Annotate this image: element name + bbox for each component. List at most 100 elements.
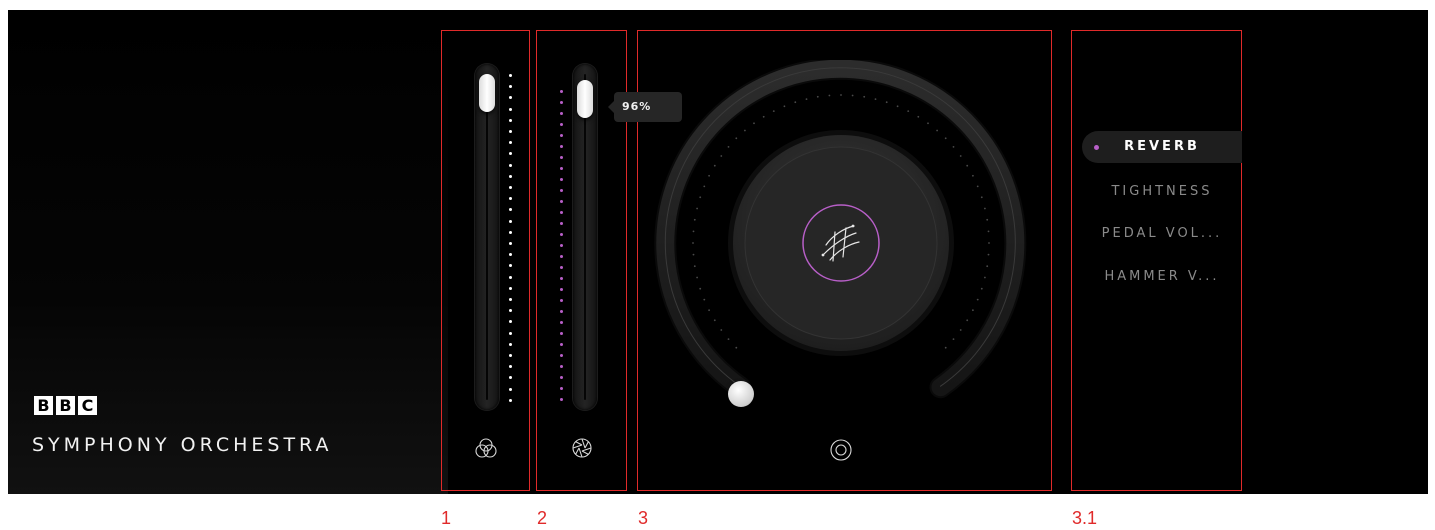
knob-scale-dot bbox=[692, 242, 694, 244]
slider-tick bbox=[509, 107, 512, 111]
knob-scale-dot bbox=[713, 319, 716, 322]
param-label: TIGHTNESS bbox=[1111, 184, 1213, 199]
knob-scale-dot bbox=[772, 110, 775, 112]
slider-tick bbox=[509, 96, 512, 100]
slider-tick bbox=[560, 90, 563, 93]
slider-tick bbox=[509, 130, 512, 133]
knob-handle[interactable] bbox=[728, 381, 754, 407]
knob-scale-dot bbox=[762, 115, 765, 118]
slider-tick bbox=[509, 118, 512, 122]
slider-tick bbox=[560, 156, 563, 159]
slider-tick bbox=[560, 354, 563, 357]
slider-tick bbox=[509, 309, 512, 313]
slider-tick bbox=[560, 343, 563, 346]
slider-tick bbox=[509, 264, 512, 268]
slider-tick bbox=[509, 354, 512, 357]
param-item-hammer-v[interactable]: HAMMER V... bbox=[1082, 261, 1242, 293]
slider-tick bbox=[560, 277, 563, 280]
panel-gradient bbox=[8, 10, 448, 494]
slider-tick bbox=[509, 387, 512, 391]
slider-tick bbox=[509, 331, 512, 335]
active-dot bbox=[1094, 145, 1099, 150]
slider-tick bbox=[509, 174, 512, 178]
param-item-pedal-vol[interactable]: PEDAL VOL... bbox=[1082, 218, 1242, 250]
target-circle-icon[interactable] bbox=[829, 438, 853, 467]
slider-1-ticks bbox=[509, 74, 512, 402]
knob-scale-dot bbox=[874, 98, 877, 100]
slider-tick bbox=[560, 321, 563, 324]
knob-scale-dot bbox=[735, 346, 738, 349]
knob-scale-dot bbox=[984, 276, 986, 279]
knob-scale-dot bbox=[885, 101, 888, 104]
slider-tick bbox=[560, 387, 563, 390]
slider-tick bbox=[509, 152, 512, 156]
slider-tick bbox=[560, 310, 563, 313]
slider-tick bbox=[560, 101, 563, 104]
knob-scale-dot bbox=[805, 98, 808, 100]
knob-scale-dot bbox=[959, 329, 962, 331]
knob-scale-dot bbox=[952, 146, 955, 148]
knob-scale-dot bbox=[952, 338, 955, 340]
knob-scale-dot bbox=[794, 101, 797, 104]
slider-1-track[interactable] bbox=[475, 64, 499, 410]
annotation-label: 2 bbox=[537, 508, 548, 528]
knob-scale-dot bbox=[959, 155, 962, 157]
knob-scale-dot bbox=[699, 287, 702, 290]
slider-tick bbox=[509, 163, 512, 167]
slider-tick bbox=[560, 244, 563, 247]
knob-scale-dot bbox=[966, 164, 969, 167]
bbc-logo: B B C bbox=[34, 396, 97, 415]
param-item-reverb[interactable]: REVERB bbox=[1082, 131, 1242, 163]
venn-circles-icon[interactable] bbox=[474, 436, 498, 465]
param-item-tightness[interactable]: TIGHTNESS bbox=[1082, 176, 1242, 208]
slider-tick bbox=[560, 112, 563, 115]
aperture-icon[interactable] bbox=[570, 436, 594, 465]
knob-scale-dot bbox=[708, 174, 710, 177]
bbc-logo-letter: B bbox=[56, 396, 75, 415]
knob-scale-dot bbox=[987, 230, 990, 233]
knob-scale-dot bbox=[696, 207, 698, 210]
slider-tick bbox=[560, 365, 563, 368]
knob-scale-dot bbox=[976, 185, 979, 188]
knob-scale-dot bbox=[744, 129, 746, 132]
slider-tick bbox=[509, 208, 512, 212]
knob-scale-dot bbox=[816, 95, 819, 98]
product-name: SYMPHONY ORCHESTRA bbox=[32, 434, 333, 456]
slider-2-track[interactable] bbox=[573, 64, 597, 410]
knob-scale-dot bbox=[972, 174, 974, 177]
knob-scale-dot bbox=[693, 218, 696, 221]
knob-scale-dot bbox=[984, 207, 986, 210]
knob-scale-dot bbox=[699, 196, 702, 199]
slider-tick bbox=[560, 222, 563, 225]
knob-scale-dot bbox=[966, 319, 969, 322]
slider-tick bbox=[509, 286, 512, 290]
slider-2-thumb[interactable] bbox=[577, 80, 593, 118]
slider-2-groove bbox=[584, 74, 586, 400]
slider-tick bbox=[560, 376, 563, 379]
slider-tick bbox=[560, 178, 563, 181]
knob-scale-dot bbox=[713, 164, 716, 167]
knob-scale-dot bbox=[863, 95, 866, 98]
bbc-logo-letter: C bbox=[78, 396, 97, 415]
slider-tick bbox=[560, 134, 563, 137]
knob-scale-dot bbox=[727, 338, 730, 340]
slider-tick bbox=[560, 398, 563, 401]
knob-scale-dot bbox=[828, 94, 831, 97]
slider-tick bbox=[509, 275, 512, 279]
knob-scale-dot bbox=[907, 110, 910, 112]
slider-tick bbox=[560, 200, 563, 203]
slider-1-thumb[interactable] bbox=[479, 74, 495, 112]
macro-knob[interactable] bbox=[640, 60, 1050, 430]
knob-scale-dot bbox=[972, 309, 974, 312]
slider-tick bbox=[560, 266, 563, 269]
slider-tick bbox=[509, 365, 512, 369]
bbc-logo-letter: B bbox=[34, 396, 53, 415]
knob-scale-dot bbox=[944, 137, 947, 140]
slider-tick bbox=[509, 197, 512, 201]
knob-scale-dot bbox=[727, 146, 730, 148]
slider-tick bbox=[509, 253, 512, 257]
slider-tick bbox=[560, 332, 563, 335]
slider-tick bbox=[509, 298, 512, 301]
slider-tick bbox=[509, 230, 512, 234]
knob-scale-dot bbox=[986, 218, 989, 221]
